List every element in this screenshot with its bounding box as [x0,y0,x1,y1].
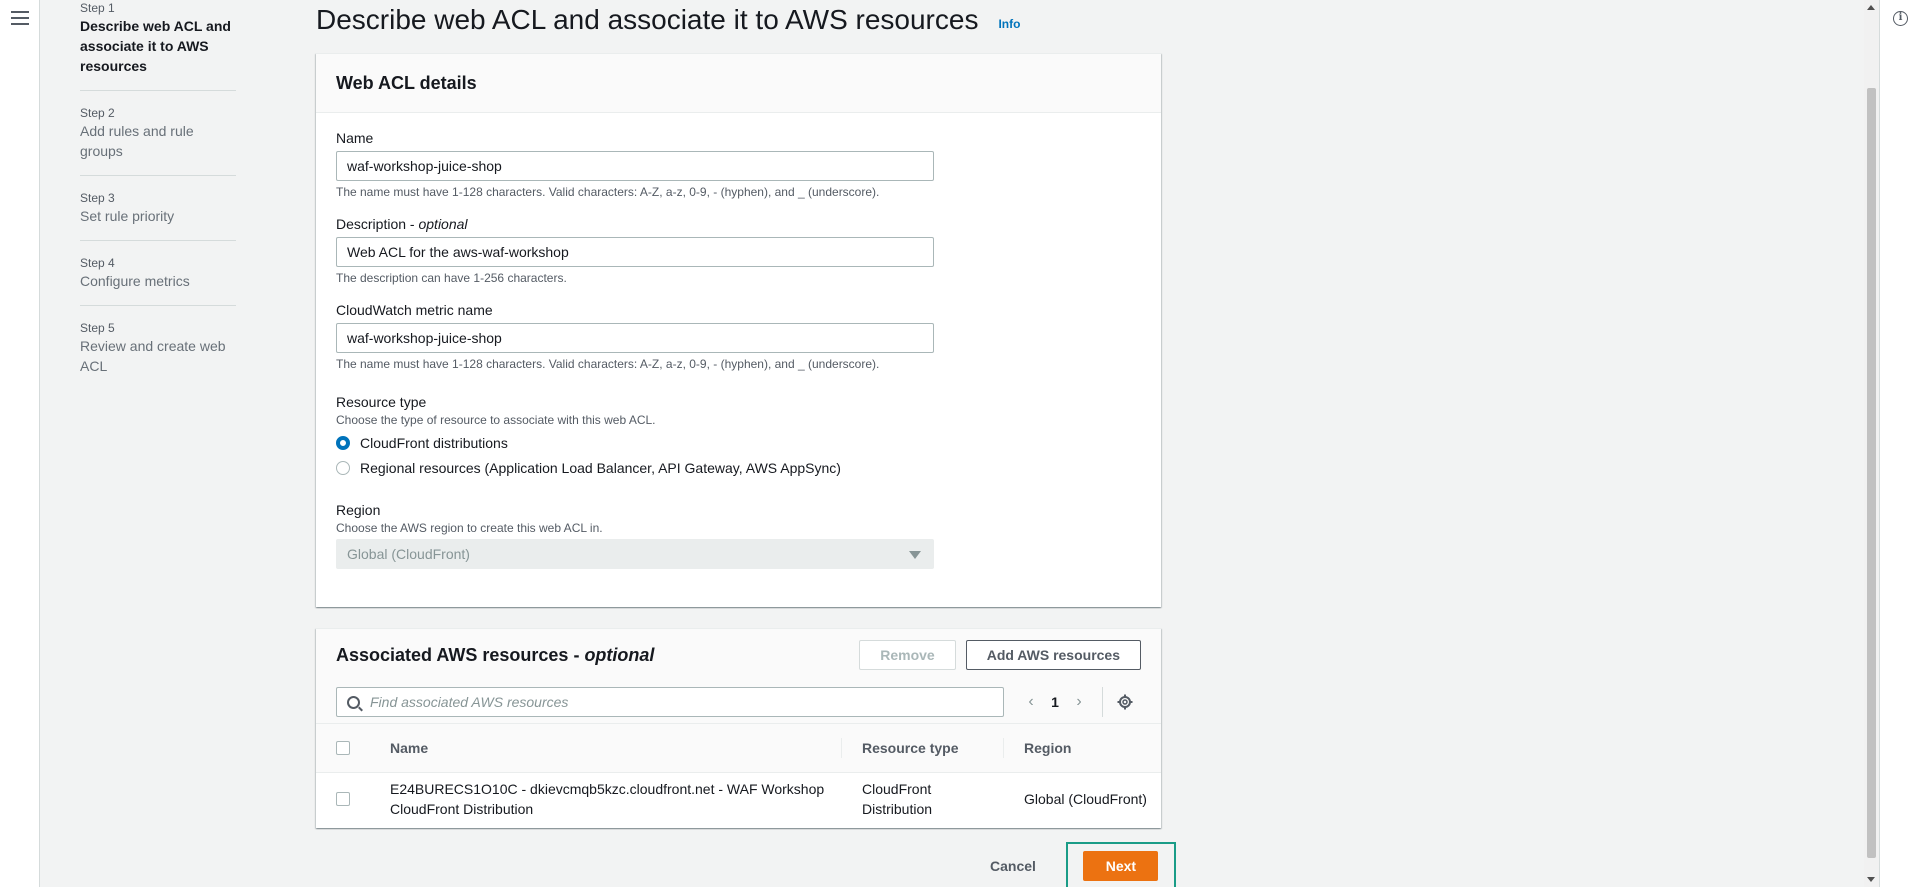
description-field: Description - optional Web ACL for the a… [336,214,1141,286]
step-number: Step 1 [80,1,115,15]
step-title: Describe web ACL and associate it to AWS… [80,18,231,74]
region-field: Region Choose the AWS region to create t… [336,500,1141,569]
panel-header: Web ACL details [316,54,1161,113]
scroll-thumb[interactable] [1867,88,1876,858]
metric-label: CloudWatch metric name [336,302,493,318]
resources-table: Name Resource type Region E24BURECS1O10C… [316,723,1161,825]
resources-toolbar: Find associated AWS resources ‹ 1 › [316,681,1161,723]
radio-label: Regional resources (Application Load Bal… [360,459,841,476]
remove-button: Remove [859,640,956,670]
divider [1102,687,1103,717]
row-select-cell [316,792,370,806]
column-header-resource-type[interactable]: Resource type [842,738,1004,758]
radio-label: CloudFront distributions [360,434,508,451]
step-number: Step 2 [80,106,115,120]
search-icon [347,695,360,709]
metric-input[interactable]: waf-workshop-juice-shop [336,323,934,353]
region-value: Global (CloudFront) [347,546,470,562]
resources-title-text: Associated AWS resources [336,644,569,665]
scroll-down-icon[interactable] [1867,877,1875,882]
metric-field: CloudWatch metric name waf-workshop-juic… [336,300,1141,372]
chevron-right-icon[interactable]: › [1070,693,1088,711]
select-all-cell [316,741,370,755]
radio-button-selected[interactable] [336,435,350,450]
resource-type-hint: Choose the type of resource to associate… [336,413,656,427]
caret-down-icon [909,551,921,559]
region-label: Region [336,502,381,518]
menu-icon[interactable] [11,11,29,25]
radio-button[interactable] [336,460,350,475]
name-input[interactable]: waf-workshop-juice-shop [336,151,934,181]
description-hint: The description can have 1-256 character… [336,271,567,285]
table-header: Name Resource type Region [316,723,1161,773]
radio-cloudfront[interactable]: CloudFront distributions [336,430,1141,455]
gear-icon[interactable] [1117,694,1133,710]
name-label: Name [336,130,374,146]
associated-resources-panel: Associated AWS resources - optional Remo… [316,628,1161,828]
step-1: Step 1 Describe web ACL and associate it… [80,0,236,91]
resource-type-field: Resource type Choose the type of resourc… [336,392,1141,480]
description-input[interactable]: Web ACL for the aws-waf-workshop [336,237,934,267]
step-4: Step 4 Configure metrics [80,255,236,306]
step-title: Review and create web ACL [80,338,226,374]
step-title: Set rule priority [80,208,175,224]
resources-title-sep: - [568,644,585,665]
step-2: Step 2 Add rules and rule groups [80,105,236,176]
page-number[interactable]: 1 [1040,694,1070,710]
column-header-region[interactable]: Region [1004,738,1161,758]
name-field: Name waf-workshop-juice-shop The name mu… [336,128,1141,200]
name-hint: The name must have 1-128 characters. Val… [336,185,880,199]
resource-region: Global (CloudFront) [1024,791,1147,807]
step-title: Configure metrics [80,273,190,289]
step-number: Step 5 [80,321,115,335]
wizard-footer: Cancel Next [990,842,1176,887]
description-label: Description - optional [336,214,1141,234]
web-acl-details-panel: Web ACL details Name waf-workshop-juice-… [316,53,1161,607]
description-label-text: Description [336,216,407,232]
step-5: Step 5 Review and create web ACL [80,320,236,390]
page-title: Describe web ACL and associate it to AWS… [316,4,979,35]
optional-tag: optional [584,644,655,665]
step-number: Step 3 [80,191,115,205]
info-link[interactable]: Info [998,17,1020,31]
panel-title: Web ACL details [336,72,477,93]
resource-type-label: Resource type [336,394,427,410]
scrollbar[interactable] [1864,0,1879,887]
add-aws-resources-button[interactable]: Add AWS resources [965,640,1141,670]
column-header-name[interactable]: Name [370,738,842,758]
search-placeholder: Find associated AWS resources [370,694,569,710]
table-row: E24BURECS1O10C - dkievcmqb5kzc.cloudfron… [316,773,1161,825]
resources-title: Associated AWS resources - optional [336,645,654,666]
optional-tag: optional [418,216,468,232]
right-rail: i [1879,0,1919,887]
left-rail [0,0,40,887]
panel-body: Name waf-workshop-juice-shop The name mu… [316,113,1161,598]
resource-search-input[interactable]: Find associated AWS resources [336,687,1004,717]
select-all-checkbox[interactable] [336,741,350,755]
resources-actions: Remove Add AWS resources [859,640,1141,670]
region-hint: Choose the AWS region to create this web… [336,521,603,535]
step-number: Step 4 [80,256,115,270]
resource-type: CloudFront Distribution [862,781,933,817]
next-button-highlight: Next [1065,842,1176,887]
resource-name: E24BURECS1O10C - dkievcmqb5kzc.cloudfron… [390,781,825,817]
chevron-left-icon[interactable]: ‹ [1022,693,1040,711]
step-title: Add rules and rule groups [80,123,194,159]
page-header: Describe web ACL and associate it to AWS… [316,0,1020,40]
cancel-button[interactable]: Cancel [990,858,1036,874]
wizard-steps: Step 1 Describe web ACL and associate it… [80,0,236,404]
next-button[interactable]: Next [1083,850,1159,881]
region-select: Global (CloudFront) [336,539,934,569]
metric-hint: The name must have 1-128 characters. Val… [336,357,880,371]
row-checkbox[interactable] [336,792,350,806]
radio-regional[interactable]: Regional resources (Application Load Bal… [336,455,1141,480]
description-label-sep: - [406,216,419,232]
scroll-up-icon[interactable] [1867,5,1875,10]
info-icon[interactable]: i [1893,11,1908,26]
resources-header: Associated AWS resources - optional Remo… [316,629,1161,681]
step-3: Step 3 Set rule priority [80,190,236,241]
pagination: ‹ 1 › [1022,687,1133,717]
